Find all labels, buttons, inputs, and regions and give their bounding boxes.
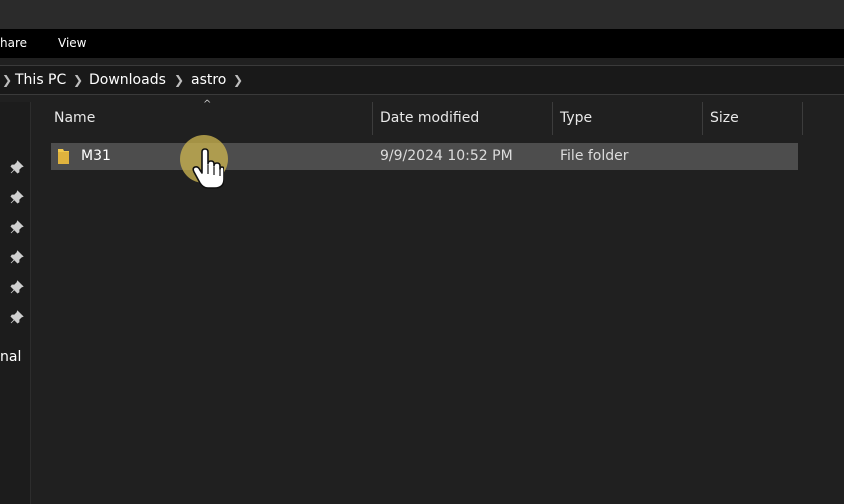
pin-icon[interactable] xyxy=(10,310,24,324)
hand-pointer-cursor-icon xyxy=(192,148,224,189)
column-header-size[interactable]: Size xyxy=(710,102,739,135)
title-bar xyxy=(0,0,844,29)
column-header-type[interactable]: Type xyxy=(560,102,592,135)
breadcrumb-this-pc[interactable]: This PC xyxy=(15,66,66,94)
column-divider[interactable] xyxy=(802,102,803,135)
file-list: ^ Name Date modified Type Size M31 9/9/2… xyxy=(31,99,844,504)
column-divider[interactable] xyxy=(372,102,373,135)
pin-icon[interactable] xyxy=(10,250,24,264)
file-date-modified: 9/9/2024 10:52 PM xyxy=(380,148,513,164)
file-name[interactable]: M31 xyxy=(81,143,111,170)
column-divider[interactable] xyxy=(552,102,553,135)
column-header-date-modified[interactable]: Date modified xyxy=(380,102,479,135)
file-row-selected[interactable]: M31 9/9/2024 10:52 PM File folder xyxy=(51,143,798,170)
sort-ascending-icon: ^ xyxy=(203,99,212,110)
address-bar[interactable]: ❯ This PC ❯ Downloads ❯ astro ❯ xyxy=(0,65,844,95)
pin-icon[interactable] xyxy=(10,160,24,174)
pin-icon[interactable] xyxy=(10,190,24,204)
file-type: File folder xyxy=(560,148,629,164)
nav-item-label[interactable]: nal xyxy=(0,349,21,365)
folder-icon xyxy=(58,149,69,164)
breadcrumb-downloads[interactable]: Downloads xyxy=(89,66,166,94)
navigation-pane: nal xyxy=(0,102,31,504)
ribbon-tab-view[interactable]: View xyxy=(58,29,86,58)
breadcrumb-chevron-icon[interactable]: ❯ xyxy=(174,66,184,94)
pin-icon[interactable] xyxy=(10,280,24,294)
ribbon-tab-share[interactable]: hare xyxy=(0,29,27,58)
column-divider[interactable] xyxy=(702,102,703,135)
breadcrumb-astro[interactable]: astro xyxy=(191,66,226,94)
breadcrumb-chevron-icon[interactable]: ❯ xyxy=(73,66,83,94)
column-header-name[interactable]: Name xyxy=(54,102,95,135)
breadcrumb-chevron-icon[interactable]: ❯ xyxy=(2,66,12,94)
ribbon-bar: hare View xyxy=(0,29,844,58)
breadcrumb-chevron-icon[interactable]: ❯ xyxy=(233,66,243,94)
pin-icon[interactable] xyxy=(10,220,24,234)
